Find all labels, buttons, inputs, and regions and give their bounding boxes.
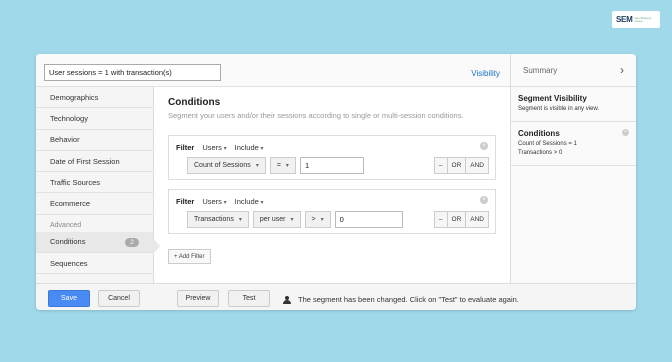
metric-dropdown[interactable]: Count of Sessions ▾ (187, 157, 266, 174)
summary-conditions-heading: Conditions (518, 129, 560, 138)
operator-dropdown[interactable]: = ▾ (269, 157, 296, 174)
metric-dropdown[interactable]: Transactions ▾ (187, 211, 249, 228)
summary-conditions: × Conditions Count of Sessions = 1 Trans… (511, 122, 636, 166)
nav-item-traffic-sources[interactable]: Traffic Sources (36, 172, 153, 194)
filter-label: Filter (176, 143, 195, 152)
summary-condition-line: Count of Sessions = 1 (518, 141, 577, 147)
nav-item-behavior[interactable]: Behavior (36, 130, 153, 151)
conditions-title: Conditions (168, 97, 221, 108)
metric-label: Count of Sessions (194, 162, 251, 169)
chevron-down-icon: ▾ (290, 217, 294, 223)
logo-tagline: Seo Mastery Group (634, 15, 652, 23)
visibility-link[interactable]: Visibility (471, 69, 500, 78)
operator-label: > (311, 216, 316, 223)
nav-item-technology[interactable]: Technology (36, 108, 153, 130)
conditions-count-badge: 2 (125, 237, 139, 247)
and-button[interactable]: AND (465, 211, 489, 228)
summary-visibility-heading: Segment Visibility (518, 94, 587, 103)
save-button[interactable]: Save (48, 290, 90, 307)
filter-mode-dropdown[interactable]: Include (235, 197, 264, 206)
and-button[interactable]: AND (465, 157, 489, 174)
filter-scope-dropdown[interactable]: Users (202, 197, 226, 206)
segment-category-nav: Demographics Technology Behavior Date of… (36, 87, 154, 283)
remove-filter-icon[interactable]: × (480, 142, 488, 150)
per-scope-label: per user (259, 216, 286, 223)
brand-logo: SEM Seo Mastery Group (612, 11, 660, 28)
condition-value-input[interactable] (299, 157, 364, 174)
condition-value-input[interactable] (334, 211, 403, 228)
metric-label: Transactions (194, 216, 234, 223)
filter-scope-dropdown[interactable]: Users (202, 143, 226, 152)
remove-condition-button[interactable]: – (433, 157, 448, 174)
conditions-content: Conditions Segment your users and/or the… (154, 87, 510, 283)
operator-label: = (276, 162, 281, 169)
condition-row: Count of Sessions ▾ = ▾ (187, 157, 364, 174)
summary-header: Summary › (511, 54, 636, 87)
add-filter-button[interactable]: + Add Filter (168, 249, 211, 264)
nav-item-conditions-label: Conditions (50, 237, 86, 247)
status-message: The segment has been changed. Click on "… (283, 295, 519, 304)
nav-item-date-of-first-session[interactable]: Date of First Session (36, 151, 153, 173)
conditions-subtitle: Segment your users and/or their sessions… (168, 111, 464, 120)
chevron-down-icon: ▾ (320, 217, 324, 223)
chevron-down-icon: ▾ (285, 163, 289, 169)
editor-footer: Save Cancel Preview Test The segment has… (36, 283, 636, 310)
nav-item-sequences[interactable]: Sequences (36, 253, 153, 275)
filter-mode-dropdown[interactable]: Include (235, 143, 264, 152)
person-icon (283, 295, 291, 304)
editor-main: Visibility Demographics Technology Behav… (36, 54, 510, 283)
editor-topbar: Visibility (36, 54, 510, 87)
chevron-down-icon: ▾ (255, 163, 259, 169)
chevron-right-icon[interactable]: › (620, 63, 624, 77)
segment-name-input[interactable] (44, 64, 221, 81)
cancel-button[interactable]: Cancel (98, 290, 140, 307)
summary-panel: Summary › Segment Visibility Segment is … (510, 54, 636, 283)
logo-text: SEM (616, 15, 633, 24)
remove-condition-button[interactable]: – (433, 211, 448, 228)
summary-visibility-text: Segment is visible in any view. (518, 106, 600, 112)
operator-dropdown[interactable]: > ▾ (304, 211, 331, 228)
condition-row: Transactions ▾ per user ▾ > ▾ (187, 211, 403, 228)
summary-title: Summary (523, 65, 558, 75)
or-button[interactable]: OR (446, 157, 467, 174)
logic-buttons: – OR AND (433, 211, 489, 228)
remove-filter-icon[interactable]: × (480, 196, 488, 204)
nav-item-ecommerce[interactable]: Ecommerce (36, 193, 153, 215)
summary-visibility: Segment Visibility Segment is visible in… (511, 87, 636, 122)
nav-item-conditions[interactable]: Conditions 2 (36, 231, 153, 254)
filter-header: Filter Users Include (176, 197, 264, 206)
per-scope-dropdown[interactable]: per user ▾ (252, 211, 301, 228)
nav-section-advanced: Advanced (50, 221, 82, 229)
filter-header: Filter Users Include (176, 143, 264, 152)
segment-editor-panel: Visibility Demographics Technology Behav… (36, 54, 636, 310)
summary-condition-line: Transactions > 0 (518, 150, 563, 156)
filter-label: Filter (176, 197, 195, 206)
test-button[interactable]: Test (228, 290, 270, 307)
nav-item-demographics[interactable]: Demographics (36, 87, 153, 109)
status-text: The segment has been changed. Click on "… (298, 295, 519, 304)
logic-buttons: – OR AND (433, 157, 489, 174)
preview-button[interactable]: Preview (177, 290, 219, 307)
remove-conditions-icon[interactable]: × (622, 129, 629, 136)
filter-box: Filter Users Include × Transactions ▾ pe… (168, 189, 496, 234)
or-button[interactable]: OR (446, 211, 467, 228)
filter-box: Filter Users Include × Count of Sessions… (168, 135, 496, 180)
chevron-down-icon: ▾ (238, 217, 242, 223)
